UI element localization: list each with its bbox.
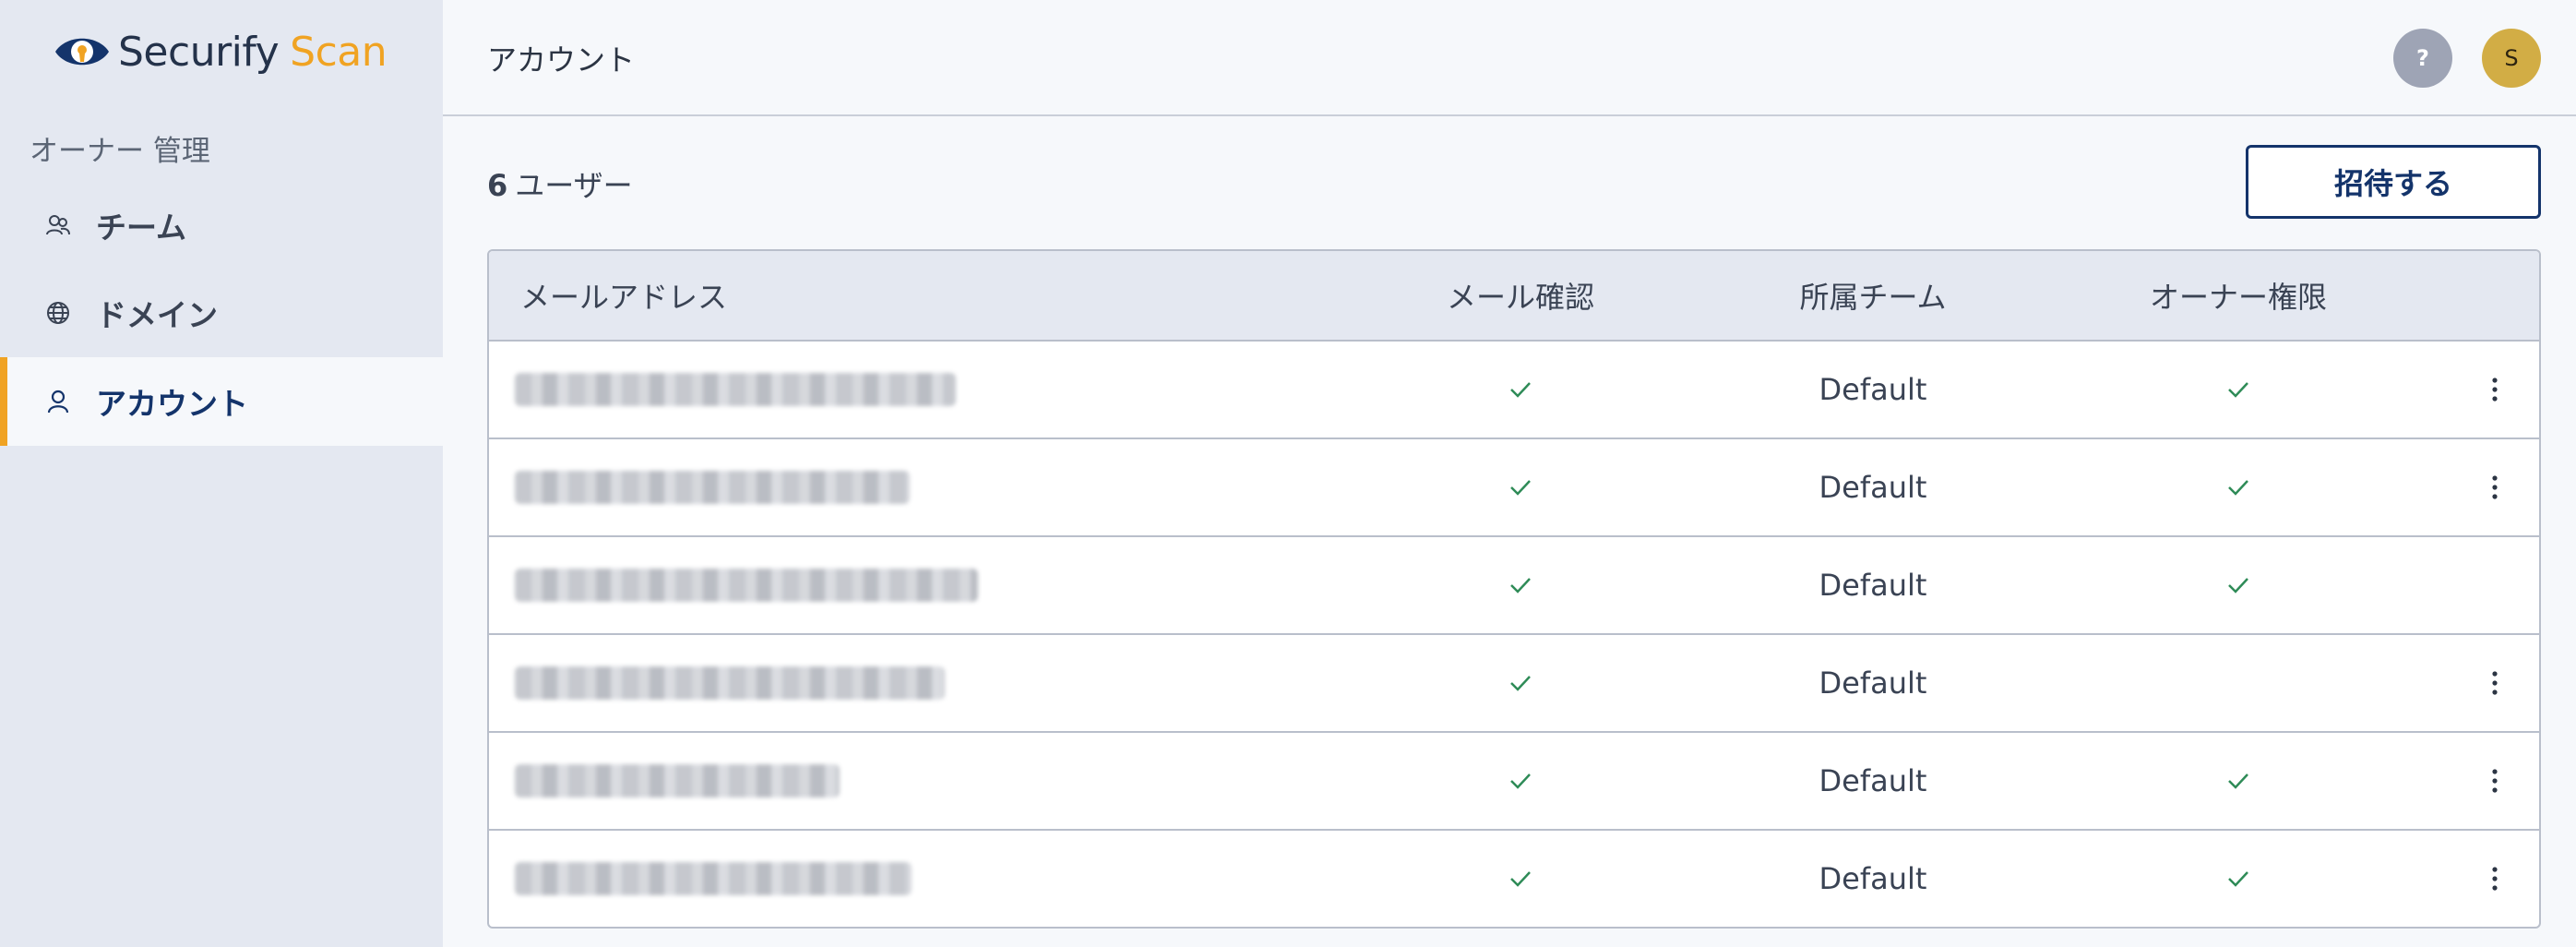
check-icon	[2228, 578, 2248, 593]
table-row[interactable]: Default	[489, 439, 2539, 537]
table-header: メールアドレス メール確認 所属チーム オーナー権限	[489, 251, 2539, 342]
check-icon	[1510, 480, 1531, 496]
row-menu-button[interactable]	[2476, 439, 2513, 535]
table-row[interactable]: Default	[489, 342, 2539, 439]
verified-cell	[1382, 733, 1659, 829]
more-vertical-icon	[2492, 769, 2498, 793]
column-header-owner[interactable]: オーナー権限	[2100, 251, 2377, 340]
avatar-initial: S	[2504, 45, 2519, 71]
check-icon	[1510, 676, 1531, 691]
eye-logo-icon	[55, 38, 109, 66]
verified-cell	[1382, 439, 1659, 535]
team-cell: Default	[1819, 763, 1927, 798]
help-button[interactable]: ?	[2393, 29, 2452, 88]
owner-cell	[2100, 831, 2377, 927]
email-cell	[515, 342, 956, 438]
users-table: メールアドレス メール確認 所属チーム オーナー権限 Default Defau…	[487, 249, 2541, 929]
email-cell	[515, 733, 840, 829]
table-row[interactable]: Default	[489, 831, 2539, 927]
page-title: アカウント	[487, 42, 636, 78]
owner-cell	[2100, 342, 2377, 438]
owner-cell	[2100, 537, 2377, 633]
top-header: アカウント ? S	[443, 0, 2576, 116]
redacted-email	[515, 862, 912, 895]
logo-text-securify: Securify	[118, 28, 280, 76]
table-body: Default Default Default Default Default …	[489, 342, 2539, 927]
more-vertical-icon	[2492, 475, 2498, 499]
team-cell: Default	[1819, 665, 1927, 701]
check-icon	[1510, 578, 1531, 593]
check-icon	[2228, 871, 2248, 887]
table-row[interactable]: Default	[489, 635, 2539, 733]
user-icon	[44, 388, 72, 415]
sidebar-item-domain[interactable]: ドメイン	[0, 269, 443, 357]
redacted-email	[515, 471, 910, 504]
email-cell	[515, 635, 945, 731]
globe-icon	[44, 299, 72, 327]
table-row[interactable]: Default	[489, 733, 2539, 831]
owner-cell	[2100, 635, 2377, 731]
check-icon	[1510, 871, 1531, 887]
column-header-verified[interactable]: メール確認	[1382, 251, 1659, 340]
help-icon: ?	[2416, 45, 2429, 71]
owner-cell	[2100, 733, 2377, 829]
redacted-email	[515, 569, 978, 602]
logo-text-scan: Scan	[290, 28, 388, 76]
sidebar-item-label: アカウント	[96, 386, 248, 422]
redacted-email	[515, 666, 945, 700]
check-icon	[2228, 480, 2248, 496]
row-menu-button[interactable]	[2476, 733, 2513, 829]
redacted-email	[515, 373, 956, 406]
logo[interactable]: Securify Scan	[54, 24, 388, 79]
more-vertical-icon	[2492, 671, 2498, 695]
row-menu-button[interactable]	[2476, 342, 2513, 438]
user-count: 6 ユーザー	[487, 162, 633, 205]
user-count-number: 6	[487, 168, 508, 203]
sidebar: Securify Scan オーナー 管理 チーム ドメイン アカウント	[0, 0, 443, 947]
avatar[interactable]: S	[2482, 29, 2541, 88]
verified-cell	[1382, 635, 1659, 731]
sidebar-item-label: ドメイン	[96, 297, 218, 333]
check-icon	[1510, 773, 1531, 789]
team-cell: Default	[1819, 470, 1927, 505]
verified-cell	[1382, 831, 1659, 927]
sidebar-item-team[interactable]: チーム	[0, 181, 443, 270]
team-cell: Default	[1819, 568, 1927, 603]
sidebar-section-label: オーナー 管理	[30, 135, 210, 168]
check-icon	[2228, 773, 2248, 789]
owner-cell	[2100, 439, 2377, 535]
email-cell	[515, 439, 910, 535]
check-icon	[2228, 382, 2248, 398]
team-cell: Default	[1819, 861, 1927, 896]
sidebar-item-label: チーム	[96, 210, 187, 246]
logo-text: Securify Scan	[118, 28, 388, 76]
check-icon	[1510, 382, 1531, 398]
verified-cell	[1382, 537, 1659, 633]
sidebar-item-account[interactable]: アカウント	[0, 357, 443, 446]
column-header-team[interactable]: 所属チーム	[1735, 251, 2011, 340]
table-row[interactable]: Default	[489, 537, 2539, 635]
more-vertical-icon	[2492, 378, 2498, 402]
row-menu-button[interactable]	[2476, 635, 2513, 731]
email-cell	[515, 831, 912, 927]
app-window: Securify Scan オーナー 管理 チーム ドメイン アカウント アカウ…	[0, 0, 2576, 947]
redacted-email	[515, 764, 840, 797]
column-header-email[interactable]: メールアドレス	[520, 251, 727, 340]
more-vertical-icon	[2492, 867, 2498, 891]
email-cell	[515, 537, 978, 633]
invite-button[interactable]: 招待する	[2246, 145, 2541, 219]
team-icon	[44, 211, 72, 239]
team-cell: Default	[1819, 372, 1927, 407]
row-menu-button[interactable]	[2476, 831, 2513, 927]
user-count-suffix: ユーザー	[515, 168, 633, 203]
verified-cell	[1382, 342, 1659, 438]
